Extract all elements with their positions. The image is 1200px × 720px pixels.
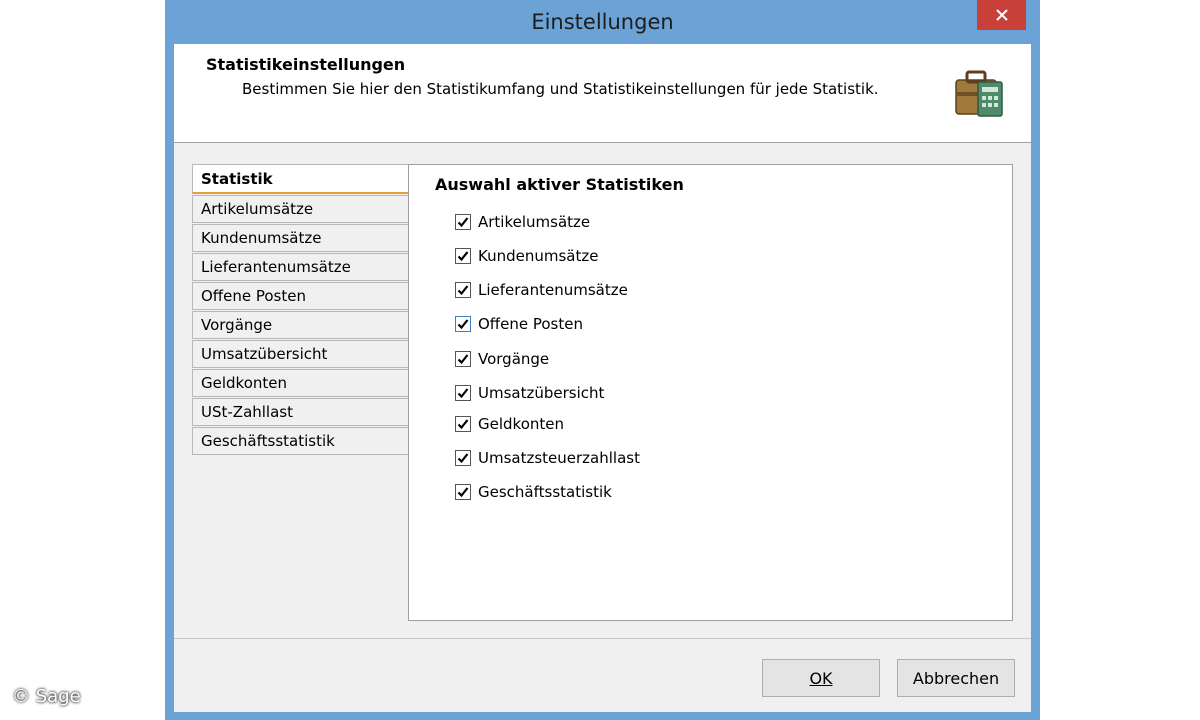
checkmark-icon: [457, 217, 469, 228]
checkbox-label: Geldkonten: [478, 415, 564, 433]
checkbox-geldkonten[interactable]: Geldkonten: [455, 413, 564, 435]
checkmark-icon: [457, 285, 469, 296]
checkbox-geschaeftsstatistik[interactable]: Geschäftsstatistik: [455, 481, 612, 503]
checkbox[interactable]: [455, 214, 471, 230]
checkbox-label: Kundenumsätze: [478, 247, 599, 265]
header-title: Statistikeinstellungen: [206, 55, 406, 74]
checkbox-label: Umsatzsteuerzahllast: [478, 449, 640, 467]
header-description: Bestimmen Sie hier den Statistikumfang u…: [242, 80, 879, 98]
checkbox-label: Artikelumsätze: [478, 213, 591, 231]
close-button[interactable]: [977, 0, 1026, 30]
panel-title: Auswahl aktiver Statistiken: [435, 175, 684, 194]
checkbox[interactable]: [455, 416, 471, 432]
tab-offene-posten[interactable]: Offene Posten: [192, 282, 408, 310]
checkbox-offene-posten[interactable]: Offene Posten: [455, 313, 583, 335]
checkmark-icon: [457, 419, 469, 430]
footer-divider: [174, 638, 1031, 639]
checkmark-icon: [457, 251, 469, 262]
tab-statistik[interactable]: Statistik: [192, 164, 408, 194]
checkbox[interactable]: [455, 450, 471, 466]
checkmark-icon: [457, 487, 469, 498]
checkmark-icon: [457, 319, 469, 330]
tab-geldkonten[interactable]: Geldkonten: [192, 369, 408, 397]
tab-kundenumsaetze[interactable]: Kundenumsätze: [192, 224, 408, 252]
close-icon: [995, 9, 1008, 21]
checkbox-label: Vorgänge: [478, 350, 550, 368]
title-bar[interactable]: Einstellungen: [165, 0, 1040, 44]
settings-tab-list: Statistik Artikelumsätze Kundenumsätze L…: [192, 164, 408, 456]
checkbox-label: Lieferantenumsätze: [478, 281, 628, 299]
checkbox-lieferantenumsaetze[interactable]: Lieferantenumsätze: [455, 279, 628, 301]
copyright-watermark: © Sage: [12, 686, 81, 707]
checkbox[interactable]: [455, 351, 471, 367]
tab-lieferantenumsaetze[interactable]: Lieferantenumsätze: [192, 253, 408, 281]
checkbox[interactable]: [455, 316, 471, 332]
dialog-header: Statistikeinstellungen Bestimmen Sie hie…: [174, 44, 1031, 143]
tab-vorgaenge[interactable]: Vorgänge: [192, 311, 408, 339]
tab-geschaeftsstatistik[interactable]: Geschäftsstatistik: [192, 427, 408, 455]
checkbox-kundenumsaetze[interactable]: Kundenumsätze: [455, 245, 598, 267]
tab-artikelumsaetze[interactable]: Artikelumsätze: [192, 195, 408, 223]
settings-window: Einstellungen Statistikeinstellungen Bes…: [165, 0, 1040, 720]
ok-button[interactable]: OK: [762, 659, 880, 697]
tab-umsatzuebersicht[interactable]: Umsatzübersicht: [192, 340, 408, 368]
checkbox-umsatzsteuerzahllast[interactable]: Umsatzsteuerzahllast: [455, 447, 640, 469]
checkbox[interactable]: [455, 248, 471, 264]
checkbox[interactable]: [455, 385, 471, 401]
checkbox-umsatzuebersicht[interactable]: Umsatzübersicht: [455, 382, 604, 404]
window-title: Einstellungen: [531, 10, 674, 34]
dialog-client-area: Statistikeinstellungen Bestimmen Sie hie…: [174, 44, 1031, 712]
ok-button-label: OK: [809, 668, 833, 688]
checkbox-vorgaenge[interactable]: Vorgänge: [455, 348, 549, 370]
checkbox-label: Umsatzübersicht: [478, 384, 605, 402]
checkmark-icon: [457, 453, 469, 464]
statistics-panel: Auswahl aktiver Statistiken Artikelumsät…: [408, 164, 1013, 621]
checkmark-icon: [457, 388, 469, 399]
checkbox[interactable]: [455, 484, 471, 500]
tab-ust-zahllast[interactable]: USt-Zahllast: [192, 398, 408, 426]
checkbox-label: Geschäftsstatistik: [478, 483, 612, 501]
briefcase-icon: [955, 70, 1003, 117]
checkbox-label: Offene Posten: [478, 315, 583, 333]
cancel-button[interactable]: Abbrechen: [897, 659, 1015, 697]
checkmark-icon: [457, 354, 469, 365]
checkbox-artikelumsaetze[interactable]: Artikelumsätze: [455, 211, 590, 233]
checkbox[interactable]: [455, 282, 471, 298]
